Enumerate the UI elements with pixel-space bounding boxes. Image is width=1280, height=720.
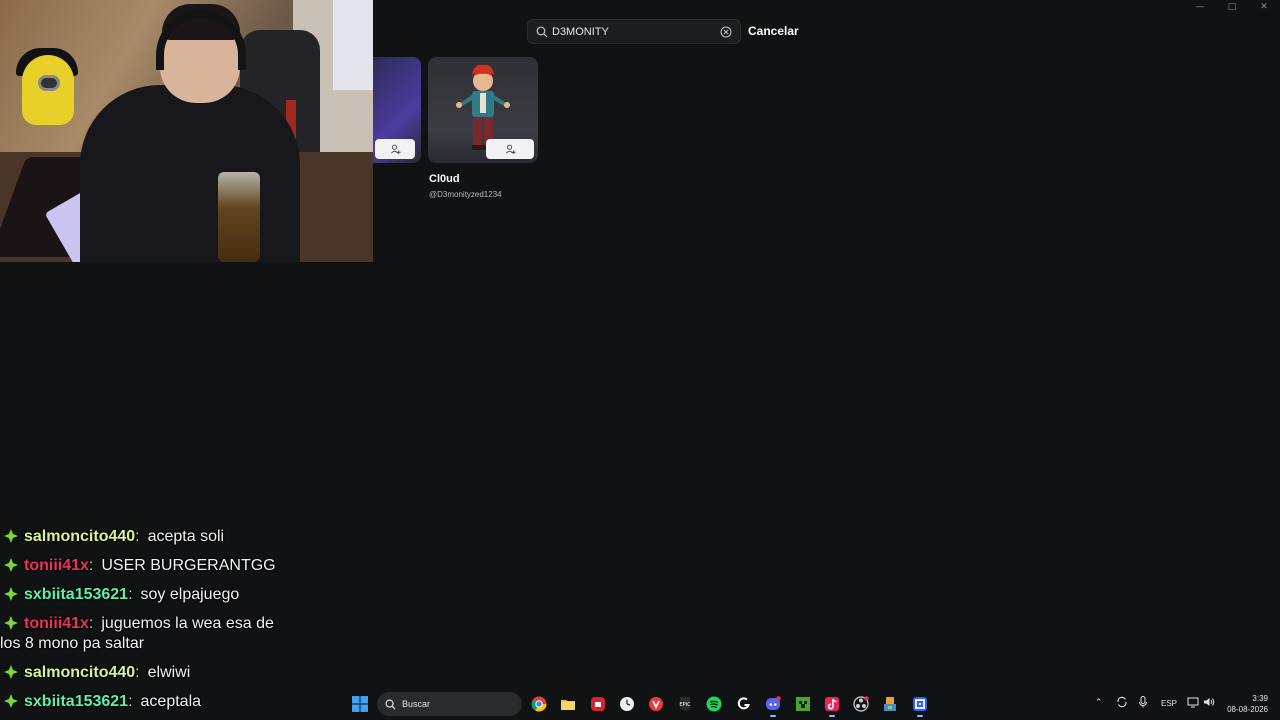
chat-message: toniii41x: juguemos la wea esa de los 8 m… <box>0 615 274 652</box>
search-icon <box>385 699 396 710</box>
clear-search-icon[interactable] <box>720 26 732 38</box>
display-icon[interactable] <box>1187 696 1199 710</box>
chat-username: salmoncito440 <box>24 528 136 545</box>
svg-text:EPIC: EPIC <box>679 702 691 708</box>
chat-message: sxbiita153621: soy elpajuego <box>0 585 239 605</box>
g-hub-icon[interactable] <box>736 696 752 712</box>
obs-icon[interactable] <box>853 696 869 712</box>
chat-username: salmoncito440 <box>24 664 136 681</box>
chat-username: sxbiita153621 <box>24 586 129 603</box>
chat-username: toniii41x <box>24 557 89 574</box>
window-controls: — □ ✕ <box>1184 0 1280 14</box>
chat-badge-icon <box>4 616 18 630</box>
minecraft-icon[interactable] <box>795 696 811 712</box>
search-bar <box>527 19 741 44</box>
user-handle: @D3monityzed1234 <box>429 190 502 199</box>
minimize-icon[interactable]: — <box>1184 0 1216 14</box>
microphone-icon[interactable] <box>1138 696 1148 710</box>
chat-text: elwiwi <box>147 664 191 681</box>
chat-text: soy elpajuego <box>140 586 240 603</box>
chat-text-continued: los 8 mono pa saltar <box>0 635 145 652</box>
file-explorer-icon[interactable] <box>560 696 576 712</box>
user-result-card[interactable] <box>373 57 421 163</box>
add-friend-button[interactable] <box>375 139 415 159</box>
cancel-button[interactable]: Cancelar <box>748 24 799 38</box>
tiktok-icon[interactable] <box>824 696 840 717</box>
tray-overflow-icon[interactable]: ⌃ <box>1095 697 1103 708</box>
taskbar-search[interactable]: Buscar <box>377 692 522 716</box>
chat-message: salmoncito440: elwiwi <box>0 663 190 683</box>
add-friend-icon <box>390 144 401 154</box>
search-icon <box>536 26 548 37</box>
user-result-card[interactable] <box>428 57 538 163</box>
chat-badge-icon <box>4 529 18 543</box>
taskbar-search-label: Buscar <box>402 699 431 709</box>
chat-badge-icon <box>4 558 18 572</box>
game-launcher-icon[interactable] <box>882 696 898 712</box>
user-display-name[interactable]: Cl0ud <box>429 173 460 185</box>
volume-icon[interactable] <box>1203 696 1215 710</box>
chat-text: acepta soli <box>147 528 225 545</box>
network-sync-icon[interactable] <box>1116 696 1128 710</box>
clock-app-icon[interactable] <box>619 696 635 712</box>
discord-icon[interactable] <box>765 696 781 717</box>
search-input[interactable] <box>552 25 720 38</box>
spotify-icon[interactable] <box>706 696 722 712</box>
chat-message: toniii41x: USER BURGERANTGG <box>0 556 276 576</box>
vivaldi-icon[interactable] <box>648 696 664 712</box>
chat-badge-icon <box>4 587 18 601</box>
clock-time: 3:39 <box>1252 694 1268 703</box>
chat-text: USER BURGERANTGG <box>101 557 276 574</box>
chat-badge-icon <box>4 665 18 679</box>
chrome-icon[interactable] <box>531 696 547 712</box>
add-friend-icon <box>505 144 516 154</box>
app-red-icon[interactable] <box>590 696 606 712</box>
webcam-overlay <box>0 0 373 262</box>
chat-text: juguemos la wea esa de <box>101 615 274 632</box>
clock-date: 08-08-2026 <box>1227 705 1268 714</box>
language-indicator[interactable]: ESP <box>1161 699 1177 708</box>
taskbar: Buscar EPIC ⌃ ESP 3:39 08-08-2026 <box>0 688 1280 720</box>
maximize-icon[interactable]: □ <box>1216 0 1248 14</box>
close-icon[interactable]: ✕ <box>1248 0 1280 14</box>
chat-username: toniii41x <box>24 615 89 632</box>
clock[interactable]: 3:39 08-08-2026 <box>1227 693 1268 715</box>
roblox-icon[interactable] <box>912 696 928 717</box>
chat-message: salmoncito440: acepta soli <box>0 527 224 547</box>
windows-start-icon[interactable] <box>352 696 368 712</box>
epic-games-icon[interactable]: EPIC <box>677 696 693 712</box>
add-friend-button[interactable] <box>486 139 534 159</box>
